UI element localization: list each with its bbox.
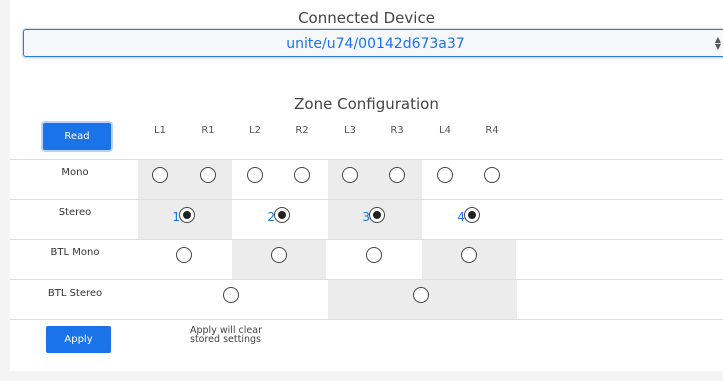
btl-stereo-radio-1[interactable] [223,287,239,303]
column-header-l3: L3 [344,125,356,136]
row-divider [10,159,723,160]
row-label-btl-mono: BTL Mono [50,247,100,258]
btl-mono-radio-4[interactable] [461,247,477,263]
btl-mono-radio-3[interactable] [366,247,382,263]
column-header-l2: L2 [249,125,261,136]
row-divider [10,279,723,280]
mono-radio-l1[interactable] [152,167,168,183]
btl-mono-radio-1[interactable] [176,247,192,263]
column-header-r1: R1 [201,125,215,136]
mono-radio-r4[interactable] [484,167,500,183]
column-header-l4: L4 [439,125,451,136]
mono-shade-1 [138,160,232,199]
btl-mono-radio-2[interactable] [271,247,287,263]
stereo-pair-number-4: 4 [457,210,465,224]
mono-radio-l3[interactable] [342,167,358,183]
apply-button[interactable]: Apply [46,326,111,353]
stereo-radio-2[interactable] [274,207,290,223]
mono-radio-l4[interactable] [437,167,453,183]
zone-configuration-title: Zone Configuration [294,95,439,113]
zone-panel: Connected Device unite/u74/00142d673a37 … [10,0,723,371]
mono-shade-2 [328,160,422,199]
row-label-stereo: Stereo [58,207,92,218]
column-header-r4: R4 [485,125,499,136]
stereo-radio-4[interactable] [464,207,480,223]
row-divider [10,319,723,320]
column-header-r3: R3 [390,125,404,136]
stereo-radio-3[interactable] [369,207,385,223]
stereo-radio-1[interactable] [179,207,195,223]
row-divider [10,199,723,200]
stereo-pair-number-1: 1 [172,210,180,224]
stereo-pair-number-2: 2 [267,210,275,224]
btl-stereo-radio-2[interactable] [413,287,429,303]
device-select-value: unite/u74/00142d673a37 [286,36,465,52]
apply-note: Apply will clear stored settings [190,326,262,345]
apply-note-line-2: stored settings [190,334,261,345]
row-divider [10,239,723,240]
mono-radio-r2[interactable] [294,167,310,183]
connected-device-title: Connected Device [298,9,435,27]
column-header-r2: R2 [295,125,309,136]
mono-radio-l2[interactable] [247,167,263,183]
mono-radio-r3[interactable] [389,167,405,183]
read-button[interactable]: Read [43,123,111,150]
select-arrows-icon: ▲ ▼ [714,35,721,51]
row-label-mono: Mono [61,167,89,178]
mono-radio-r1[interactable] [200,167,216,183]
device-select[interactable]: unite/u74/00142d673a37 ▲ ▼ [23,29,723,57]
stereo-pair-number-3: 3 [362,210,370,224]
column-header-l1: L1 [154,125,166,136]
row-label-btl-stereo: BTL Stereo [47,288,103,299]
